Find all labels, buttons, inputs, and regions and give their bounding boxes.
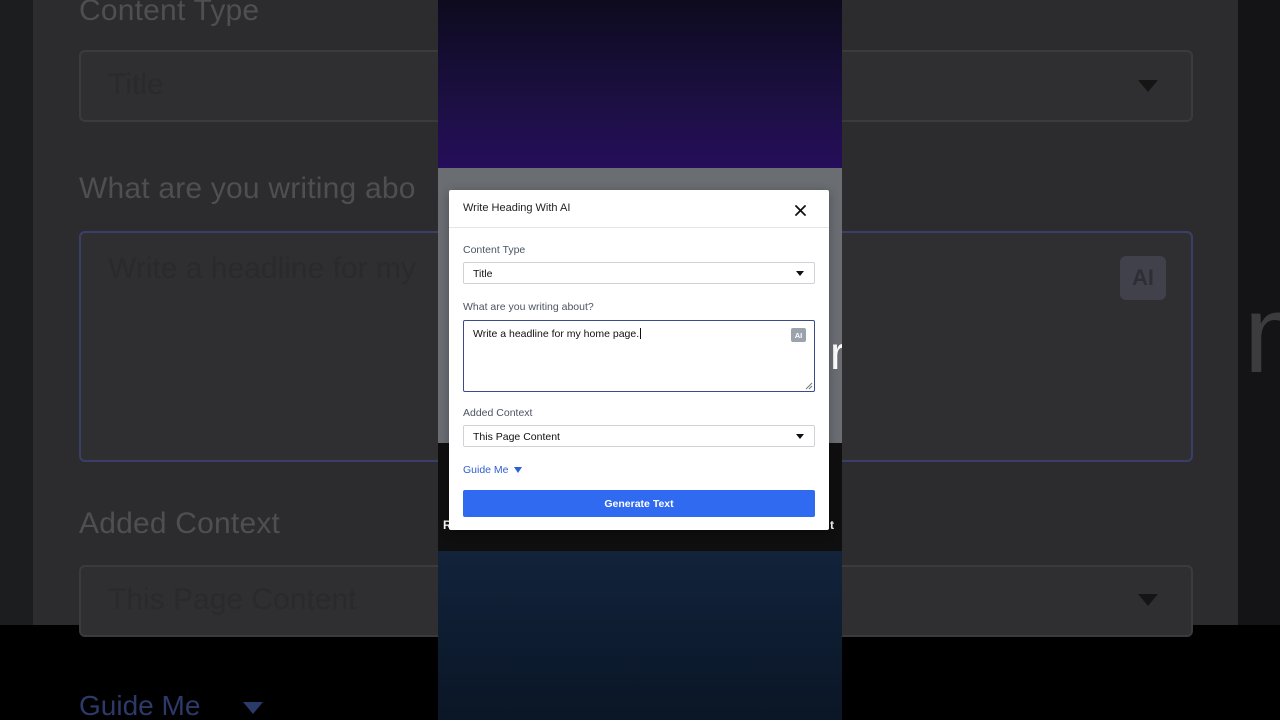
content-type-value: Title	[473, 268, 493, 280]
added-context-select[interactable]: This Page Content	[463, 425, 815, 447]
bg-chevron-down-icon	[1138, 80, 1158, 92]
content-type-label: Content Type	[463, 244, 526, 256]
video-caption-right: t	[830, 518, 834, 532]
resize-handle-icon[interactable]	[805, 382, 813, 390]
ai-icon[interactable]: AI	[791, 328, 806, 342]
content-type-select[interactable]: Title	[463, 262, 815, 284]
bg-added-context-label: Added Context	[79, 507, 281, 540]
caret-down-icon	[513, 467, 522, 473]
guide-me-toggle[interactable]: Guide Me	[463, 464, 522, 476]
chevron-down-icon	[796, 271, 804, 276]
bg-writing-value: Write a headline for my	[108, 252, 416, 285]
guide-me-label: Guide Me	[463, 464, 509, 476]
bg-guide-caret-icon	[243, 702, 263, 714]
bg-added-context-value: This Page Content	[108, 583, 357, 616]
text-cursor	[640, 328, 642, 339]
writing-about-value: Write a headline for my home page.	[473, 328, 642, 340]
bg-ai-icon: AI	[1120, 256, 1166, 300]
write-heading-modal: Write Heading With AI Content Type Title…	[449, 190, 829, 530]
chevron-down-icon-2	[796, 434, 804, 439]
writing-about-text: Write a headline for my home page.	[473, 328, 640, 340]
bg-chevron-down-icon-2	[1138, 594, 1158, 606]
bg-content-type-value: Title	[108, 68, 164, 101]
modal-header: Write Heading With AI	[449, 190, 829, 228]
background-left-edge	[0, 0, 33, 625]
bg-glyph-right: m	[1244, 280, 1280, 390]
close-button[interactable]	[790, 200, 810, 220]
bg-guide-me: Guide Me	[79, 690, 201, 720]
generate-text-button[interactable]: Generate Text	[463, 490, 815, 517]
modal-title: Write Heading With AI	[463, 202, 571, 214]
writing-about-textarea[interactable]: Write a headline for my home page. AI	[463, 320, 815, 392]
video-bottom-gradient	[438, 551, 842, 720]
added-context-label: Added Context	[463, 407, 533, 419]
writing-about-label: What are you writing about?	[463, 301, 594, 313]
bg-writing-label: What are you writing abo	[79, 172, 416, 205]
added-context-value: This Page Content	[473, 431, 560, 443]
bg-content-type-label: Content Type	[79, 0, 260, 27]
close-icon	[794, 204, 806, 216]
video-top-gradient	[438, 0, 842, 168]
video-glyph-left: r	[830, 327, 842, 379]
